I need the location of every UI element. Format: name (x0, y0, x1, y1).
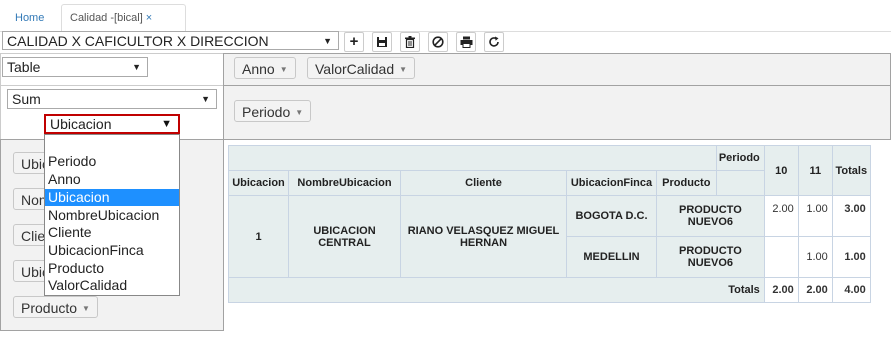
header-spacer (715, 170, 765, 196)
row-field-label: Periodo (242, 104, 291, 120)
refresh-icon (489, 36, 499, 47)
triangle-down-icon: ▼ (399, 65, 408, 75)
unused-field-label: Clie (21, 228, 46, 244)
dropdown-option[interactable]: ValorCalidad (45, 277, 179, 294)
add-button[interactable]: + (344, 32, 364, 52)
dropdown-option[interactable]: Producto (45, 260, 179, 277)
refresh-button[interactable] (484, 32, 504, 52)
triangle-down-icon: ▼ (279, 65, 288, 75)
row-finca: MEDELLIN (566, 236, 657, 278)
row-nombreubicacion: UBICACION CENTRAL (288, 195, 401, 278)
row-fields-area (223, 85, 891, 140)
dropdown-option[interactable]: Anno (45, 171, 179, 188)
row-ubicacion: 1 (228, 195, 289, 278)
report-select[interactable]: CALIDAD X CAFICULTOR X DIRECCION ▼ (2, 31, 339, 50)
chevron-down-icon: ▼ (323, 36, 332, 46)
triangle-down-icon: ▼ (82, 304, 90, 314)
row-field-periodo[interactable]: Periodo ▼ (234, 100, 312, 122)
header-producto: Producto (656, 170, 717, 196)
cell-value: 1.00 (797, 236, 833, 278)
table-row: 1 UBICACION CENTRAL RIANO VELASQUEZ MIGU… (228, 195, 871, 278)
col-attr-label: Periodo (715, 145, 765, 171)
grand-total: 4.00 (831, 277, 871, 303)
row-finca: BOGOTA D.C. (566, 195, 657, 237)
dropdown-option[interactable]: Cliente (45, 224, 179, 241)
cancel-button[interactable] (428, 32, 448, 52)
renderer-select-value: Table (7, 59, 41, 75)
renderer-select[interactable]: Table ▼ (2, 57, 148, 77)
aggregator-select[interactable]: Sum ▼ (7, 89, 217, 109)
col-key-11[interactable]: 11 (797, 145, 833, 196)
tab-home[interactable]: Home (6, 4, 53, 32)
aggregator-select-value: Sum (12, 91, 41, 107)
cell-value: 2.00 (763, 195, 799, 237)
attribute-select-value: Ubicacion (50, 116, 112, 132)
column-field-anno[interactable]: Anno ▼ (234, 57, 296, 79)
unused-field-label: Producto (21, 300, 78, 316)
delete-button[interactable] (400, 32, 420, 52)
totals-label: Totals (228, 277, 765, 303)
print-button[interactable] (456, 32, 476, 52)
plus-icon: + (349, 33, 359, 50)
col-total: 2.00 (763, 277, 799, 303)
print-icon (460, 36, 472, 48)
cell-value (763, 236, 799, 278)
floppy-icon (377, 37, 387, 47)
tab-calidad[interactable]: Calidad -[bical] × (61, 4, 186, 33)
header-nombreubicacion: NombreUbicacion (288, 170, 401, 196)
attribute-dropdown-list: Periodo Anno Ubicacion NombreUbicacion C… (44, 134, 180, 296)
dropdown-option[interactable]: UbicacionFinca (45, 242, 179, 259)
column-field-label: ValorCalidad (315, 61, 395, 77)
report-select-value: CALIDAD X CAFICULTOR X DIRECCION (7, 33, 269, 49)
row-producto: PRODUCTO NUEVO6 (656, 195, 765, 237)
dropdown-option-selected[interactable]: Ubicacion (45, 189, 179, 206)
close-icon[interactable]: × (146, 12, 152, 24)
cell-value: 1.00 (797, 195, 833, 237)
header-ubicacionfinca: UbicacionFinca (566, 170, 657, 196)
header-cliente: Cliente (400, 170, 567, 196)
row-producto: PRODUCTO NUEVO6 (656, 236, 765, 278)
pivot-table: Periodo 10 11 Totals Ubicacion NombreUbi… (228, 145, 871, 303)
chevron-down-icon: ▼ (132, 62, 141, 72)
tab-calidad-label: Calidad -[bical] (70, 12, 143, 24)
tab-bar: Home Calidad -[bical] × (0, 0, 891, 33)
triangle-down-icon: ▼ (295, 108, 304, 118)
trash-icon (405, 36, 415, 49)
row-total: 3.00 (831, 195, 871, 237)
chevron-down-icon: ▼ (161, 118, 172, 130)
unused-field-producto[interactable]: Producto ▼ (13, 296, 98, 318)
save-button[interactable] (372, 32, 392, 52)
dropdown-option[interactable]: NombreUbicacion (45, 207, 179, 224)
column-field-label: Anno (242, 61, 275, 77)
dropdown-option[interactable]: Periodo (45, 153, 179, 170)
col-key-10[interactable]: 10 (763, 145, 799, 196)
dropdown-option-empty[interactable] (45, 136, 179, 153)
column-field-valorcalidad[interactable]: ValorCalidad ▼ (307, 57, 416, 79)
chevron-down-icon: ▼ (201, 94, 210, 104)
header-ubicacion: Ubicacion (228, 170, 289, 196)
attribute-select[interactable]: Ubicacion ▼ (44, 114, 180, 134)
col-totals-header: Totals (831, 145, 871, 196)
col-total: 2.00 (797, 277, 833, 303)
row-total: 1.00 (831, 236, 871, 278)
row-cliente: RIANO VELASQUEZ MIGUEL HERNAN (400, 195, 567, 278)
ban-icon (432, 36, 444, 48)
pivot-spacer (228, 145, 717, 171)
